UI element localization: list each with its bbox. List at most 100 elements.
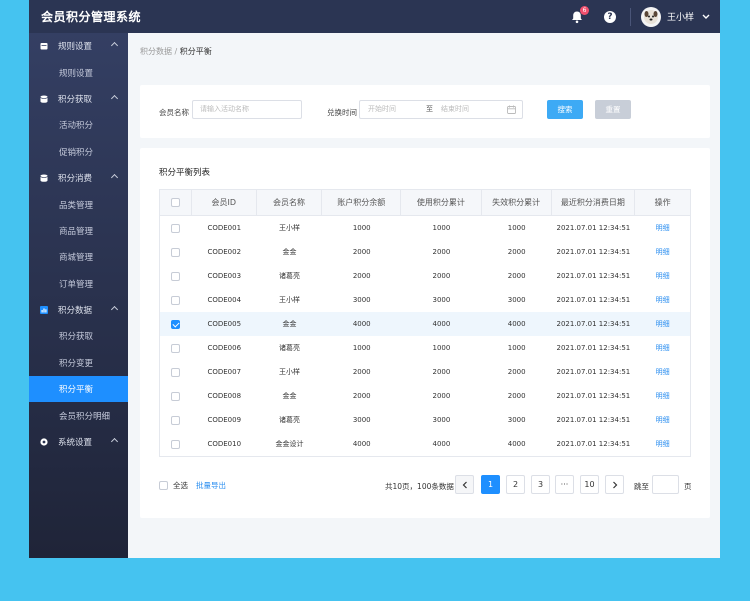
sidebar-group-rules[interactable]: 规则设置 [29, 33, 128, 59]
detail-link[interactable]: 明细 [635, 408, 690, 432]
sidebar-item-points-balance[interactable]: 积分平衡 [29, 376, 128, 403]
help-icon[interactable]: ? [603, 10, 616, 23]
cell-member-id: CODE002 [207, 248, 242, 256]
search-button[interactable]: 搜索 [547, 100, 583, 119]
detail-link[interactable]: 明细 [635, 432, 690, 456]
sidebar-item-points-change[interactable]: 积分变更 [29, 350, 128, 376]
table-row[interactable]: CODE009 诸葛亮 3000 3000 3000 2021.07.01 12:34:5… [160, 408, 690, 432]
page-button-2[interactable]: 2 [506, 475, 525, 494]
header-last-date: 最近积分消费日期 [552, 190, 636, 215]
header-member-id: 会员ID [192, 190, 257, 215]
row-checkbox[interactable] [171, 439, 181, 449]
sidebar-group-label: 积分数据 [58, 306, 93, 317]
sidebar-group-points-data[interactable]: 积分数据 [29, 297, 128, 323]
avatar[interactable] [640, 6, 661, 27]
detail-link[interactable]: 明细 [635, 336, 690, 360]
table-row[interactable]: CODE008 金金 2000 2000 2000 2021.07.01 12:34:51… [160, 384, 690, 408]
detail-link[interactable]: 明细 [635, 360, 690, 384]
cell-member-id: CODE004 [207, 296, 242, 304]
sidebar-group-system[interactable]: 系统设置 [29, 429, 128, 455]
page-ellipsis[interactable]: ··· [555, 475, 574, 494]
table-row[interactable]: CODE006 诸葛亮 1000 1000 1000 2021.07.01 12:34:5… [160, 336, 690, 360]
table-row[interactable]: CODE007 王小样 2000 2000 2000 2021.07.01 12:34:5… [160, 360, 690, 384]
detail-link[interactable]: 明细 [635, 384, 690, 408]
detail-link[interactable]: 明细 [635, 216, 690, 240]
user-name[interactable]: 王小样 [667, 10, 694, 23]
row-checkbox[interactable] [171, 391, 181, 401]
prev-page-button[interactable] [455, 475, 474, 494]
sidebar-item-rule-settings[interactable]: 规则设置 [29, 59, 128, 85]
row-checkbox-cell [160, 384, 192, 408]
detail-link[interactable]: 明细 [635, 240, 690, 264]
batch-export-link[interactable]: 批量导出 [196, 480, 226, 491]
page-button-3[interactable]: 3 [531, 475, 550, 494]
cell-member-id: CODE003 [207, 272, 242, 280]
table-row[interactable]: CODE005 金金 4000 4000 4000 2021.07.01 12:34:51… [160, 312, 690, 336]
chevron-up-icon [110, 305, 119, 313]
row-checkbox-cell [160, 288, 192, 312]
header-checkbox[interactable] [170, 198, 180, 207]
row-checkbox[interactable] [171, 295, 181, 305]
topbar: 会员积分管理系统 6 ? 王小样 [29, 0, 720, 33]
row-checkbox[interactable] [171, 343, 181, 353]
cell-expired: 1000 [507, 344, 526, 352]
sidebar-item-activity-points[interactable]: 活动积分 [29, 112, 128, 138]
sidebar-item-promo-points[interactable]: 促销积分 [29, 139, 128, 165]
sidebar-item-category[interactable]: 品类管理 [29, 191, 128, 217]
cell-used: 1000 [432, 344, 451, 352]
sidebar-group-label: 规则设置 [58, 42, 93, 53]
cell-member-name: 诸葛亮 [279, 344, 300, 352]
cell-used: 3000 [432, 296, 451, 304]
cell-expired: 2000 [507, 368, 526, 376]
row-checkbox[interactable] [171, 247, 181, 257]
cell-balance: 3000 [352, 296, 371, 304]
table-row[interactable]: CODE002 金金 2000 2000 2000 2021.07.01 12:34:51… [160, 240, 690, 264]
sidebar-group-points-spend[interactable]: 积分消费 [29, 165, 128, 191]
date-range-picker[interactable]: 开始时间 至 结束时间 [359, 100, 523, 119]
reset-button[interactable]: 重置 [595, 100, 631, 119]
row-checkbox[interactable] [171, 367, 181, 377]
cell-member-id: CODE001 [207, 224, 242, 232]
sidebar-item-products[interactable]: 商品管理 [29, 218, 128, 244]
table-row[interactable]: CODE010 金金设计 4000 4000 4000 2021.07.01 12:34:… [160, 432, 690, 456]
chevron-down-icon[interactable] [702, 14, 710, 20]
row-checkbox[interactable] [171, 223, 181, 233]
chart-icon [40, 306, 48, 315]
cell-member-name: 王小样 [279, 296, 300, 304]
detail-link[interactable]: 明细 [635, 264, 690, 288]
breadcrumb-current: 积分平衡 [179, 47, 212, 56]
sidebar-item-orders[interactable]: 订单管理 [29, 271, 128, 297]
row-checkbox[interactable] [171, 319, 181, 329]
table-row[interactable]: CODE001 王小样 1000 1000 1000 2021.07.01 12:34:5… [160, 216, 690, 240]
row-checkbox[interactable] [171, 271, 181, 281]
row-checkbox[interactable] [171, 415, 181, 425]
detail-link[interactable]: 明细 [635, 312, 690, 336]
sidebar-item-member-points-detail[interactable]: 会员积分明细 [29, 402, 128, 428]
jump-page-input[interactable] [652, 475, 679, 494]
page-button-1[interactable]: 1 [481, 475, 500, 494]
select-all-control[interactable]: 全选 批量导出 [159, 480, 226, 491]
end-date-input[interactable]: 结束时间 [441, 101, 469, 118]
notification-button[interactable]: 6 [570, 5, 589, 24]
page-button-10[interactable]: 10 [580, 475, 599, 494]
cell-balance: 2000 [352, 392, 371, 400]
table-row[interactable]: CODE004 王小样 3000 3000 3000 2021.07.01 12:34:5… [160, 288, 690, 312]
select-all-checkbox[interactable] [159, 481, 168, 490]
sidebar-item-mall[interactable]: 商城管理 [29, 244, 128, 270]
next-page-button[interactable] [605, 475, 624, 494]
sidebar-group-points-earn[interactable]: 积分获取 [29, 86, 128, 112]
cell-expired: 2000 [507, 272, 526, 280]
balance-table: 会员ID 会员名称 账户积分余额 使用积分累计 失效积分累计 最近积分消费日期 … [159, 189, 691, 457]
cell-member-id: CODE009 [207, 416, 242, 424]
table-footer: 全选 批量导出 共10页，100条数据 1 2 3 ··· 10 跳至 页 [159, 475, 692, 495]
cell-expired: 2000 [507, 392, 526, 400]
chevron-up-icon [110, 41, 119, 50]
breadcrumb-parent[interactable]: 积分数据 [140, 47, 172, 56]
detail-link[interactable]: 明细 [635, 288, 690, 312]
member-name-input[interactable]: 请输入活动名称 [192, 100, 302, 119]
cell-member-name: 王小样 [279, 368, 300, 376]
sidebar-group-label: 积分获取 [58, 94, 93, 105]
start-date-input[interactable]: 开始时间 [368, 101, 396, 118]
sidebar-item-points-earn-data[interactable]: 积分获取 [29, 323, 128, 349]
table-row[interactable]: CODE003 诸葛亮 2000 2000 2000 2021.07.01 12:34:5… [160, 264, 690, 288]
